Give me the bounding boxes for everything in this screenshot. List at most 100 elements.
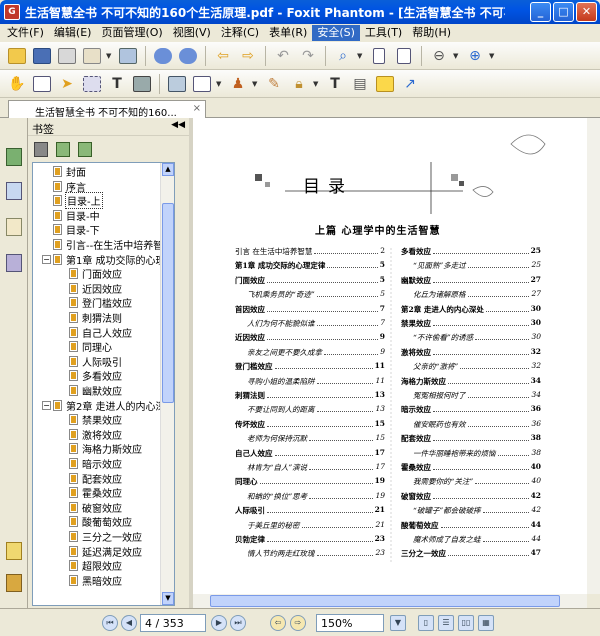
highlight-icon[interactable]: ▤ — [349, 73, 371, 95]
bookmark-item[interactable]: 登门槛效应 — [69, 296, 133, 310]
bookmark-item[interactable]: − 第1章 成功交际的心理定律 — [42, 253, 174, 267]
text-field-icon[interactable]: T — [324, 73, 346, 95]
facing-view-icon[interactable]: ▯▯ — [458, 615, 474, 631]
go-back-icon[interactable]: ⇦ — [270, 615, 286, 631]
scroll-down-icon[interactable]: ▼ — [162, 592, 174, 605]
new-bookmark-icon[interactable] — [56, 141, 70, 157]
prev-page-icon[interactable]: ◀ — [121, 615, 137, 631]
stamp-icon[interactable]: ♟ — [227, 73, 249, 95]
toc-entry[interactable]: 情人节约两走红玫瑰 23 — [247, 548, 385, 559]
toc-entry[interactable]: 寻购小姐的温柔陷阱 11 — [247, 376, 385, 387]
stamp-dropdown-icon[interactable]: ▼ — [252, 80, 260, 88]
zoom-out-dropdown-icon[interactable]: ▼ — [453, 52, 461, 60]
annotations-panel-icon[interactable] — [6, 218, 22, 236]
toc-entry[interactable]: “见面熟”多走过 25 — [413, 260, 541, 271]
open-folder-icon[interactable] — [6, 45, 28, 67]
continuous-facing-view-icon[interactable]: ▦ — [478, 615, 494, 631]
toc-entry[interactable]: 老师为何保持沉默 15 — [247, 433, 385, 444]
bookmark-item[interactable]: 目录-中 — [53, 209, 101, 223]
toc-entry[interactable]: 海格力斯效应 34 — [401, 376, 541, 387]
zoom-dropdown-arrow-icon[interactable]: ▼ — [390, 615, 406, 631]
fit-page-icon[interactable] — [368, 45, 390, 67]
toc-entry[interactable]: 酸葡萄效应 44 — [401, 520, 541, 531]
toc-entry[interactable]: 飞机乘务员的“奇迹” 5 — [247, 289, 385, 300]
layers-panel-icon[interactable] — [6, 254, 22, 272]
zoom-level-select[interactable]: 150% — [316, 614, 384, 632]
bookmark-item[interactable]: 三分之一效应 — [69, 530, 143, 544]
collapse-bookmark-icon[interactable]: − — [42, 254, 51, 264]
bookmark-item[interactable]: 幽默效应 — [69, 384, 123, 398]
bookmark-item[interactable]: 序言 — [53, 180, 87, 194]
toc-entry[interactable]: 同理心 19 — [235, 476, 385, 487]
bookmark-item[interactable]: 近因效应 — [69, 282, 123, 296]
next-page-status-icon[interactable]: ▶ — [211, 615, 227, 631]
toc-entry[interactable]: 破窗效应 42 — [401, 491, 541, 502]
zoom-in-dropdown-icon[interactable]: ▼ — [489, 52, 497, 60]
typewriter-icon[interactable]: T — [106, 73, 128, 95]
toc-entry[interactable]: 和蚺的“换位”思考 19 — [247, 491, 385, 502]
toc-entry[interactable]: 亲友之间更不要久成拿 9 — [247, 347, 385, 358]
toc-entry[interactable]: 禁果效应 30 — [401, 318, 541, 329]
document-tab[interactable]: 生活智慧全书 不可不知的160... × — [8, 100, 206, 118]
zoom-dropdown-icon[interactable]: ▼ — [357, 52, 365, 60]
bookmark-item[interactable]: 霍桑效应 — [69, 486, 123, 500]
toc-entry[interactable]: “破罐子”都会破破摔 42 — [413, 505, 541, 516]
toc-entry[interactable]: 霍桑效应 40 — [401, 462, 541, 473]
toc-entry[interactable]: 人们为何不能貌似谁 7 — [247, 318, 385, 329]
scan-icon[interactable] — [117, 45, 139, 67]
comment-icon[interactable] — [374, 73, 396, 95]
document-vertical-scrollbar[interactable] — [587, 118, 600, 594]
toc-entry[interactable]: 林肯为“自人”演说 17 — [247, 462, 385, 473]
bookmark-item[interactable]: 刺猬法则 — [69, 311, 123, 325]
toc-entry[interactable]: 魔术师成了自发之蛙 44 — [413, 534, 541, 545]
menu-page-management[interactable]: 页面管理(O) — [96, 25, 167, 41]
menu-security[interactable]: 安全(S) — [312, 25, 360, 41]
bookmarks-scrollbar[interactable]: ▲ ▼ — [160, 163, 174, 605]
zoom-out-icon[interactable]: ⊖ — [428, 45, 450, 67]
menu-tools[interactable]: 工具(T) — [360, 25, 407, 41]
maximize-button[interactable]: □ — [553, 2, 574, 22]
zoom-icon[interactable]: ⌕ — [332, 45, 354, 67]
bookmark-item[interactable]: − 第2章 走进人的内心深处 — [42, 399, 174, 413]
toc-entry[interactable]: 第2章 走进人的内心深处 30 — [401, 304, 541, 315]
save-icon[interactable] — [31, 45, 53, 67]
single-page-view-icon[interactable]: ▯ — [418, 615, 434, 631]
toc-entry[interactable]: 催安眠药也有效 36 — [413, 419, 541, 430]
snapshot-icon[interactable] — [81, 73, 103, 95]
toc-entry[interactable]: 三分之一效应 47 — [401, 548, 541, 559]
menu-view[interactable]: 视图(V) — [168, 25, 216, 41]
first-page-icon[interactable]: ⏮ — [102, 615, 118, 631]
print-icon[interactable] — [56, 45, 78, 67]
back-arrow-icon[interactable]: ⇦ — [212, 45, 234, 67]
bookmark-item[interactable]: 门面效应 — [69, 267, 123, 281]
go-forward-icon[interactable]: ⇨ — [290, 615, 306, 631]
last-page-icon[interactable]: ⏭ — [230, 615, 246, 631]
bookmark-item[interactable]: 延迟满足效应 — [69, 545, 143, 559]
toc-entry[interactable]: 门面效应 5 — [235, 275, 385, 286]
forward-arrow-icon[interactable]: ⇨ — [237, 45, 259, 67]
bookmark-item[interactable]: 封面 — [53, 165, 87, 179]
close-button[interactable]: ✕ — [576, 2, 597, 22]
toc-entry[interactable]: 贝勃定律 23 — [235, 534, 385, 545]
foxit-app-icon[interactable]: G — [4, 4, 20, 20]
toc-entry[interactable]: 人际吸引 21 — [235, 505, 385, 516]
menu-forms[interactable]: 表单(R) — [264, 25, 312, 41]
tab-close-icon[interactable]: × — [193, 103, 201, 114]
bookmark-item[interactable]: 激将效应 — [69, 428, 123, 442]
lock-dropdown-icon[interactable]: ▼ — [313, 80, 321, 88]
continuous-view-icon[interactable]: ☰ — [438, 615, 454, 631]
bookmark-item[interactable]: 超限效应 — [69, 559, 123, 573]
toc-entry[interactable]: 传坏效应 15 — [235, 419, 385, 430]
comments-panel-icon[interactable] — [6, 542, 22, 560]
bookmark-item[interactable]: 禁果效应 — [69, 413, 123, 427]
minimize-button[interactable]: _ — [530, 2, 551, 22]
bookmark-item[interactable]: 黑暗效应 — [69, 574, 123, 588]
attachments-panel-icon[interactable] — [6, 574, 22, 592]
document-view[interactable]: 目录 上篇 心理学中的生活智慧 引言 在生活中培养智慧 2 第1章 成功交际的心理定… — [193, 118, 587, 594]
toc-entry[interactable]: 配套效应 38 — [401, 433, 541, 444]
fit-width-icon[interactable] — [393, 45, 415, 67]
toc-entry[interactable]: 首因效应 7 — [235, 304, 385, 315]
undo-icon[interactable]: ↶ — [272, 45, 294, 67]
toc-entry[interactable]: 激将效应 32 — [401, 347, 541, 358]
menu-help[interactable]: 帮助(H) — [407, 25, 456, 41]
